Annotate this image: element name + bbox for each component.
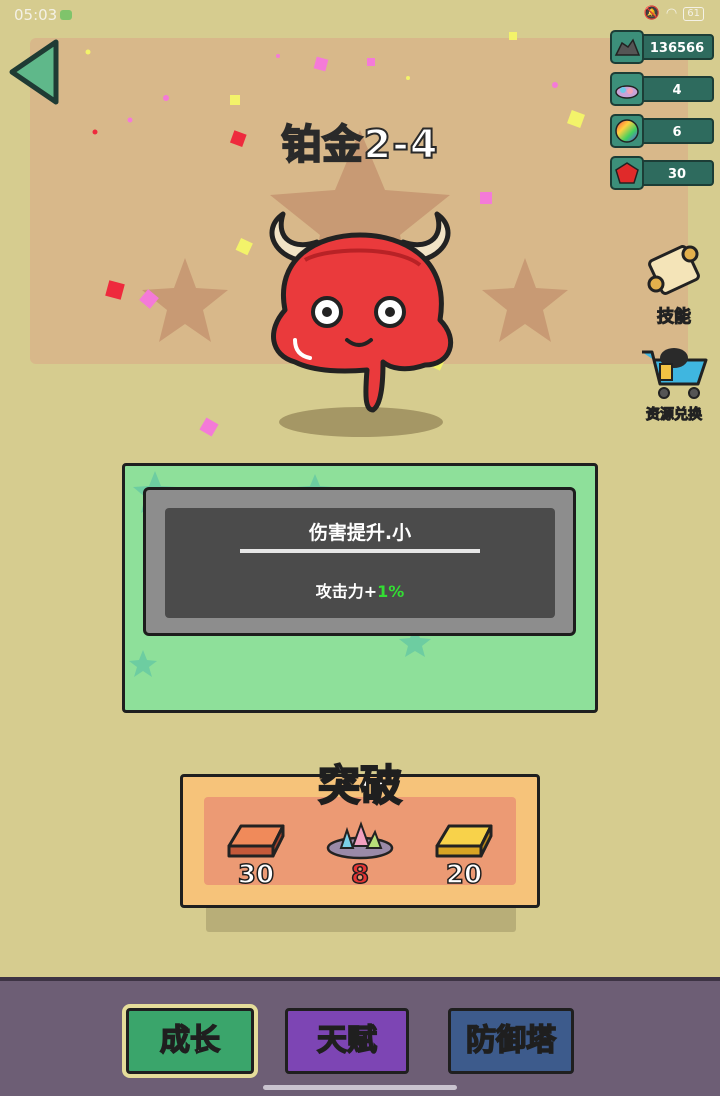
confetti [163,95,169,101]
confetti [235,238,253,256]
monster-character [269,211,454,437]
resource-exchange-button[interactable]: 资源兑换 [636,344,712,424]
material-copper-count: 30 [237,859,275,891]
talent-desc-prefix: 攻击力+ [315,582,378,601]
breakthrough-button[interactable]: 突破 [180,752,540,813]
material-gold: 20 [419,812,509,891]
material-gold-count: 20 [445,859,483,891]
tab-defense-tower[interactable]: 防御塔 [448,1008,574,1074]
resource-orbs: 6 [610,114,714,148]
confetti [367,58,375,66]
material-crystals-count: 8 [350,859,370,891]
confetti [552,82,558,88]
red-gem-icon [610,156,644,190]
confetti [85,49,91,55]
tab-growth[interactable]: 成长 [126,1008,254,1074]
confetti [105,280,125,300]
skills-label: 技能 [657,307,692,328]
confetti [406,76,410,80]
resource-rocks: 136566 [610,30,714,64]
material-copper: 30 [211,812,301,891]
crystal-pile-icon [326,821,394,860]
gold-ingot-icon [435,824,493,858]
resource-gems: 4 [610,72,714,106]
monster-shadow [279,407,443,437]
talent-description: 攻击力+1% [165,578,555,602]
confetti [480,192,492,204]
gem-pile-icon [610,72,644,106]
monster-body [271,232,454,413]
talent-name: 伤害提升.小 [308,522,412,544]
resource-exchange-label: 资源兑换 [646,407,703,424]
confetti [199,417,219,437]
back-button[interactable] [6,38,60,106]
rainbow-orb-icon [610,114,644,148]
divider [240,549,480,553]
skills-button[interactable]: 技能 [636,240,712,328]
home-indicator[interactable] [263,1085,457,1090]
material-crystals: 8 [315,812,405,891]
rock-pile-icon [610,30,644,64]
resource-red-gems: 30 [610,156,714,190]
shopping-cart-icon [642,348,708,399]
star-decoration [482,258,568,342]
confetti [276,54,280,58]
confetti [230,95,240,105]
talent-desc-value: 1% [377,582,405,601]
scroll-icon [647,245,700,295]
copper-ingot-icon [227,824,285,858]
tab-talent[interactable]: 天赋 [285,1008,409,1074]
confetti [313,56,329,72]
confetti [509,32,517,40]
